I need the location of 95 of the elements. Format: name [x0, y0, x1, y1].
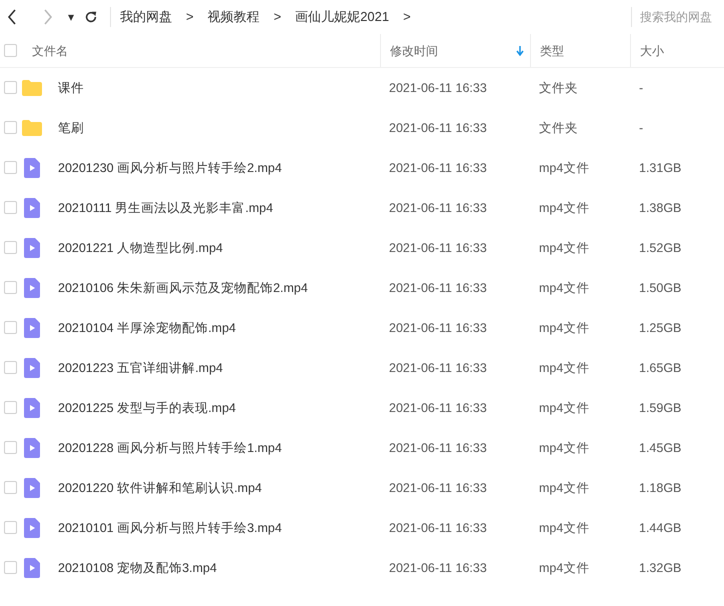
file-name[interactable]: 20201220 软件讲解和笔刷认识.mp4 [58, 478, 262, 498]
row-checkbox[interactable] [4, 241, 17, 254]
file-name[interactable]: 20210108 宠物及配饰3.mp4 [58, 558, 217, 578]
file-name[interactable]: 20201223 五官详细讲解.mp4 [58, 358, 223, 378]
file-name[interactable]: 20210106 朱朱新画风示范及宠物配饰2.mp4 [58, 278, 308, 298]
file-type: mp4文件 [539, 161, 590, 175]
video-file-icon [24, 238, 40, 258]
breadcrumb-separator: > [186, 8, 194, 26]
file-type: mp4文件 [539, 241, 590, 255]
file-name[interactable]: 笔刷 [58, 118, 84, 138]
file-size: - [639, 121, 644, 135]
file-type: mp4文件 [539, 401, 590, 415]
row-checkbox[interactable] [4, 361, 17, 374]
file-name[interactable]: 课件 [58, 78, 84, 98]
column-header[interactable]: 文件名 [0, 34, 380, 67]
modified-date: 2021-06-11 16:33 [389, 441, 487, 455]
row-checkbox[interactable] [4, 201, 17, 214]
video-file-icon [24, 278, 40, 298]
breadcrumb-link[interactable]: 视频教程 [208, 7, 260, 27]
file-type: mp4文件 [539, 481, 590, 495]
modified-date: 2021-06-11 16:33 [389, 241, 487, 255]
file-type: mp4文件 [539, 561, 590, 575]
video-file-icon [24, 318, 40, 338]
row-checkbox[interactable] [4, 321, 17, 334]
file-size: 1.45GB [639, 441, 682, 455]
file-type: mp4文件 [539, 281, 590, 295]
refresh-icon[interactable] [84, 10, 98, 24]
modified-date: 2021-06-11 16:33 [389, 81, 487, 95]
column-header[interactable]: 类型 [530, 34, 630, 67]
modified-date: 2021-06-11 16:33 [389, 121, 487, 135]
video-file-icon [24, 158, 40, 178]
video-file-icon [24, 438, 40, 458]
file-size: 1.31GB [639, 161, 682, 175]
dropdown-toggle[interactable]: ▾ [68, 8, 74, 26]
file-size: - [639, 81, 644, 95]
file-name[interactable]: 20201228 画风分析与照片转手绘1.mp4 [58, 438, 282, 458]
file-size: 1.25GB [639, 321, 682, 335]
video-file-icon [24, 358, 40, 378]
file-type: 文件夹 [539, 81, 578, 95]
file-name[interactable]: 20210104 半厚涂宠物配饰.mp4 [58, 318, 236, 338]
file-type: mp4文件 [539, 321, 590, 335]
row-checkbox[interactable] [4, 81, 17, 94]
video-file-icon [24, 398, 40, 418]
file-type: mp4文件 [539, 201, 590, 215]
breadcrumb-link[interactable]: 画仙儿妮妮2021 [295, 7, 390, 27]
file-size: 1.59GB [639, 401, 682, 415]
modified-date: 2021-06-11 16:33 [389, 521, 487, 535]
file-size: 1.50GB [639, 281, 682, 295]
file-size: 1.32GB [639, 561, 682, 575]
file-name[interactable]: 20201225 发型与手的表现.mp4 [58, 398, 236, 418]
column-header[interactable]: 修改时间 [380, 34, 530, 67]
modified-date: 2021-06-11 16:33 [389, 401, 487, 415]
modified-date: 2021-06-11 16:33 [389, 201, 487, 215]
breadcrumb-link[interactable]: 我的网盘 [120, 7, 172, 27]
row-checkbox[interactable] [4, 121, 17, 134]
folder-icon [22, 120, 42, 136]
column-header[interactable]: 大小 [630, 34, 724, 67]
file-size: 1.52GB [639, 241, 682, 255]
file-type: 文件夹 [539, 121, 578, 135]
sort-arrow-icon [516, 46, 524, 56]
file-size: 1.44GB [639, 521, 682, 535]
file-size: 1.18GB [639, 481, 682, 495]
modified-date: 2021-06-11 16:33 [389, 281, 487, 295]
row-checkbox[interactable] [4, 521, 17, 534]
folder-icon [22, 80, 42, 96]
row-checkbox[interactable] [4, 161, 17, 174]
video-file-icon [24, 518, 40, 538]
row-checkbox[interactable] [4, 401, 17, 414]
video-file-icon [24, 198, 40, 218]
forward-icon[interactable] [43, 9, 53, 25]
modified-date: 2021-06-11 16:33 [389, 161, 487, 175]
file-size: 1.38GB [639, 201, 682, 215]
file-name[interactable]: 20210111 男生画法以及光影丰富.mp4 [58, 198, 274, 218]
file-size: 1.65GB [639, 361, 682, 375]
breadcrumb-separator: > [274, 8, 282, 26]
file-type: mp4文件 [539, 441, 590, 455]
row-checkbox[interactable] [4, 281, 17, 294]
modified-date: 2021-06-11 16:33 [389, 481, 487, 495]
search-field[interactable]: 搜索我的网盘 [640, 5, 724, 29]
select-all-checkbox[interactable] [4, 44, 17, 57]
breadcrumb-separator: > [403, 8, 411, 26]
file-type: mp4文件 [539, 361, 590, 375]
video-file-icon [24, 558, 40, 578]
row-checkbox[interactable] [4, 441, 17, 454]
back-icon[interactable] [7, 9, 17, 25]
file-name[interactable]: 20201230 画风分析与照片转手绘2.mp4 [58, 158, 282, 178]
modified-date: 2021-06-11 16:33 [389, 561, 487, 575]
file-type: mp4文件 [539, 521, 590, 535]
video-file-icon [24, 478, 40, 498]
file-name[interactable]: 20201221 人物造型比例.mp4 [58, 238, 223, 258]
modified-date: 2021-06-11 16:33 [389, 361, 487, 375]
row-checkbox[interactable] [4, 481, 17, 494]
file-name[interactable]: 20210101 画风分析与照片转手绘3.mp4 [58, 518, 282, 538]
row-checkbox[interactable] [4, 561, 17, 574]
modified-date: 2021-06-11 16:33 [389, 321, 487, 335]
